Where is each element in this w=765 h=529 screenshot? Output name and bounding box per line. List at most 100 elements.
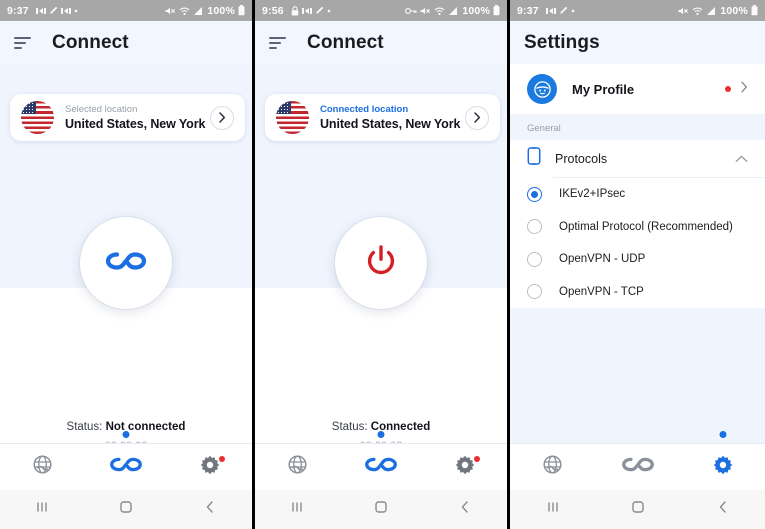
app-header: Connect	[255, 21, 507, 64]
status-bar-right: 100%	[678, 5, 758, 17]
location-text: Connected location United States, New Yo…	[320, 103, 465, 132]
profile-badge	[725, 86, 731, 92]
my-profile-row[interactable]: My Profile	[510, 64, 765, 114]
radio-button[interactable]	[527, 251, 542, 267]
status-prefix: Status:	[66, 421, 103, 433]
location-text: Selected location United States, New Yor…	[65, 103, 210, 132]
gear-icon	[455, 455, 475, 480]
protocol-label: IKEv2+IPsec	[559, 188, 626, 201]
sidebar-item-globe[interactable]	[510, 444, 595, 490]
phone-screen-connect-connected: 9:56 100% Connect Connected location Uni…	[255, 0, 510, 529]
active-tab-indicator-dot	[377, 431, 385, 438]
sidebar-item-connect[interactable]	[339, 431, 423, 490]
chevron-right-icon[interactable]	[740, 80, 748, 98]
android-status-bar: 9:37 100%	[0, 0, 252, 21]
radio-button-selected[interactable]	[527, 186, 542, 202]
status-bar-left: 9:37	[517, 5, 575, 17]
signal-icon	[448, 6, 458, 16]
status-bar-clock: 9:37	[517, 4, 539, 17]
location-label: Connected location	[320, 104, 409, 115]
dnd-icon	[35, 6, 46, 16]
recents-icon[interactable]	[289, 499, 305, 520]
location-card[interactable]: Selected location United States, New Yor…	[10, 94, 245, 141]
settings-badge	[474, 456, 480, 462]
protocol-label: OpenVPN - TCP	[559, 285, 644, 298]
power-icon	[366, 244, 396, 282]
lock-icon	[291, 5, 299, 16]
signal-icon	[193, 6, 203, 16]
edit-icon	[315, 6, 324, 16]
sidebar-item-connect[interactable]	[84, 431, 168, 490]
key-icon	[405, 7, 417, 15]
active-tab-indicator-dot	[122, 431, 130, 438]
globe-icon	[32, 454, 53, 480]
back-icon[interactable]	[457, 499, 473, 520]
android-status-bar: 9:56 100%	[255, 0, 507, 21]
sidebar-item-settings[interactable]	[423, 444, 507, 490]
chevron-right-icon[interactable]	[210, 105, 234, 130]
back-icon[interactable]	[202, 499, 218, 520]
infinity-icon	[105, 249, 147, 278]
sidebar-item-connect[interactable]	[595, 444, 680, 490]
chevron-right-icon[interactable]	[465, 105, 489, 130]
hamburger-icon[interactable]	[14, 36, 33, 50]
protocol-label: Optimal Protocol (Recommended)	[559, 220, 733, 233]
page-title: Settings	[524, 31, 600, 53]
status-prefix: Status:	[331, 421, 368, 433]
wifi-icon	[179, 6, 190, 16]
sidebar-item-globe[interactable]	[0, 444, 84, 490]
recents-icon[interactable]	[34, 499, 50, 520]
wifi-icon	[692, 6, 703, 16]
dnd-icon	[301, 6, 312, 16]
power-button-wrapper	[0, 217, 252, 309]
sidebar-item-globe[interactable]	[255, 444, 339, 490]
back-icon[interactable]	[715, 499, 731, 520]
gear-icon	[200, 455, 220, 480]
bottom-tab-bar	[0, 431, 252, 490]
sidebar-item-settings[interactable]	[168, 444, 252, 490]
phone-screen-settings: 9:37 100% Settings My Profile General Pr…	[510, 0, 765, 529]
location-name: United States, New York	[65, 117, 206, 131]
edit-icon	[49, 6, 58, 16]
protocol-option-row[interactable]: OpenVPN - UDP	[510, 243, 765, 276]
mute-icon	[420, 6, 431, 16]
infinity-icon	[109, 455, 143, 479]
status-bar-right: 100%	[405, 5, 500, 17]
protocol-option-row[interactable]: IKEv2+IPsec	[510, 178, 765, 211]
connect-toggle-button[interactable]	[80, 217, 172, 309]
home-icon[interactable]	[118, 499, 134, 520]
battery-icon	[493, 5, 500, 16]
android-status-bar: 9:37 100%	[510, 0, 765, 21]
app-header: Connect	[0, 21, 252, 64]
bottom-tab-bar	[255, 431, 507, 490]
radio-button[interactable]	[527, 284, 542, 300]
status-bar-right: 100%	[165, 5, 245, 17]
protocol-option-row[interactable]: Optimal Protocol (Recommended)	[510, 211, 765, 244]
recents-icon[interactable]	[545, 499, 561, 520]
status-bar-left: 9:37	[7, 5, 78, 17]
connect-screen-body: Selected location United States, New Yor…	[0, 64, 252, 529]
us-flag-icon	[21, 101, 54, 134]
edit-icon	[559, 6, 568, 16]
status-value: Not connected	[105, 421, 186, 433]
home-icon[interactable]	[630, 499, 646, 520]
three-phone-screenshot-strip: 9:37 100% Connect Selected location Unit…	[0, 0, 765, 529]
status-bar-clock: 9:37	[7, 4, 29, 17]
protocols-group-header[interactable]: Protocols	[510, 140, 765, 177]
infinity-icon	[364, 455, 398, 479]
battery-percent: 100%	[207, 4, 235, 17]
page-title: Connect	[307, 31, 384, 53]
battery-percent: 100%	[462, 4, 490, 17]
disconnect-toggle-button[interactable]	[335, 217, 427, 309]
chevron-up-icon[interactable]	[735, 150, 748, 168]
location-card[interactable]: Connected location United States, New Yo…	[265, 94, 500, 141]
connect-screen-body: Connected location United States, New Yo…	[255, 64, 507, 529]
page-title: Connect	[52, 31, 129, 53]
protocol-option-row[interactable]: OpenVPN - TCP	[510, 276, 765, 309]
radio-button[interactable]	[527, 219, 542, 235]
profile-label: My Profile	[572, 81, 635, 97]
home-icon[interactable]	[373, 499, 389, 520]
hamburger-icon[interactable]	[269, 36, 288, 50]
sidebar-item-settings[interactable]	[680, 431, 765, 490]
phone-icon	[527, 147, 541, 170]
